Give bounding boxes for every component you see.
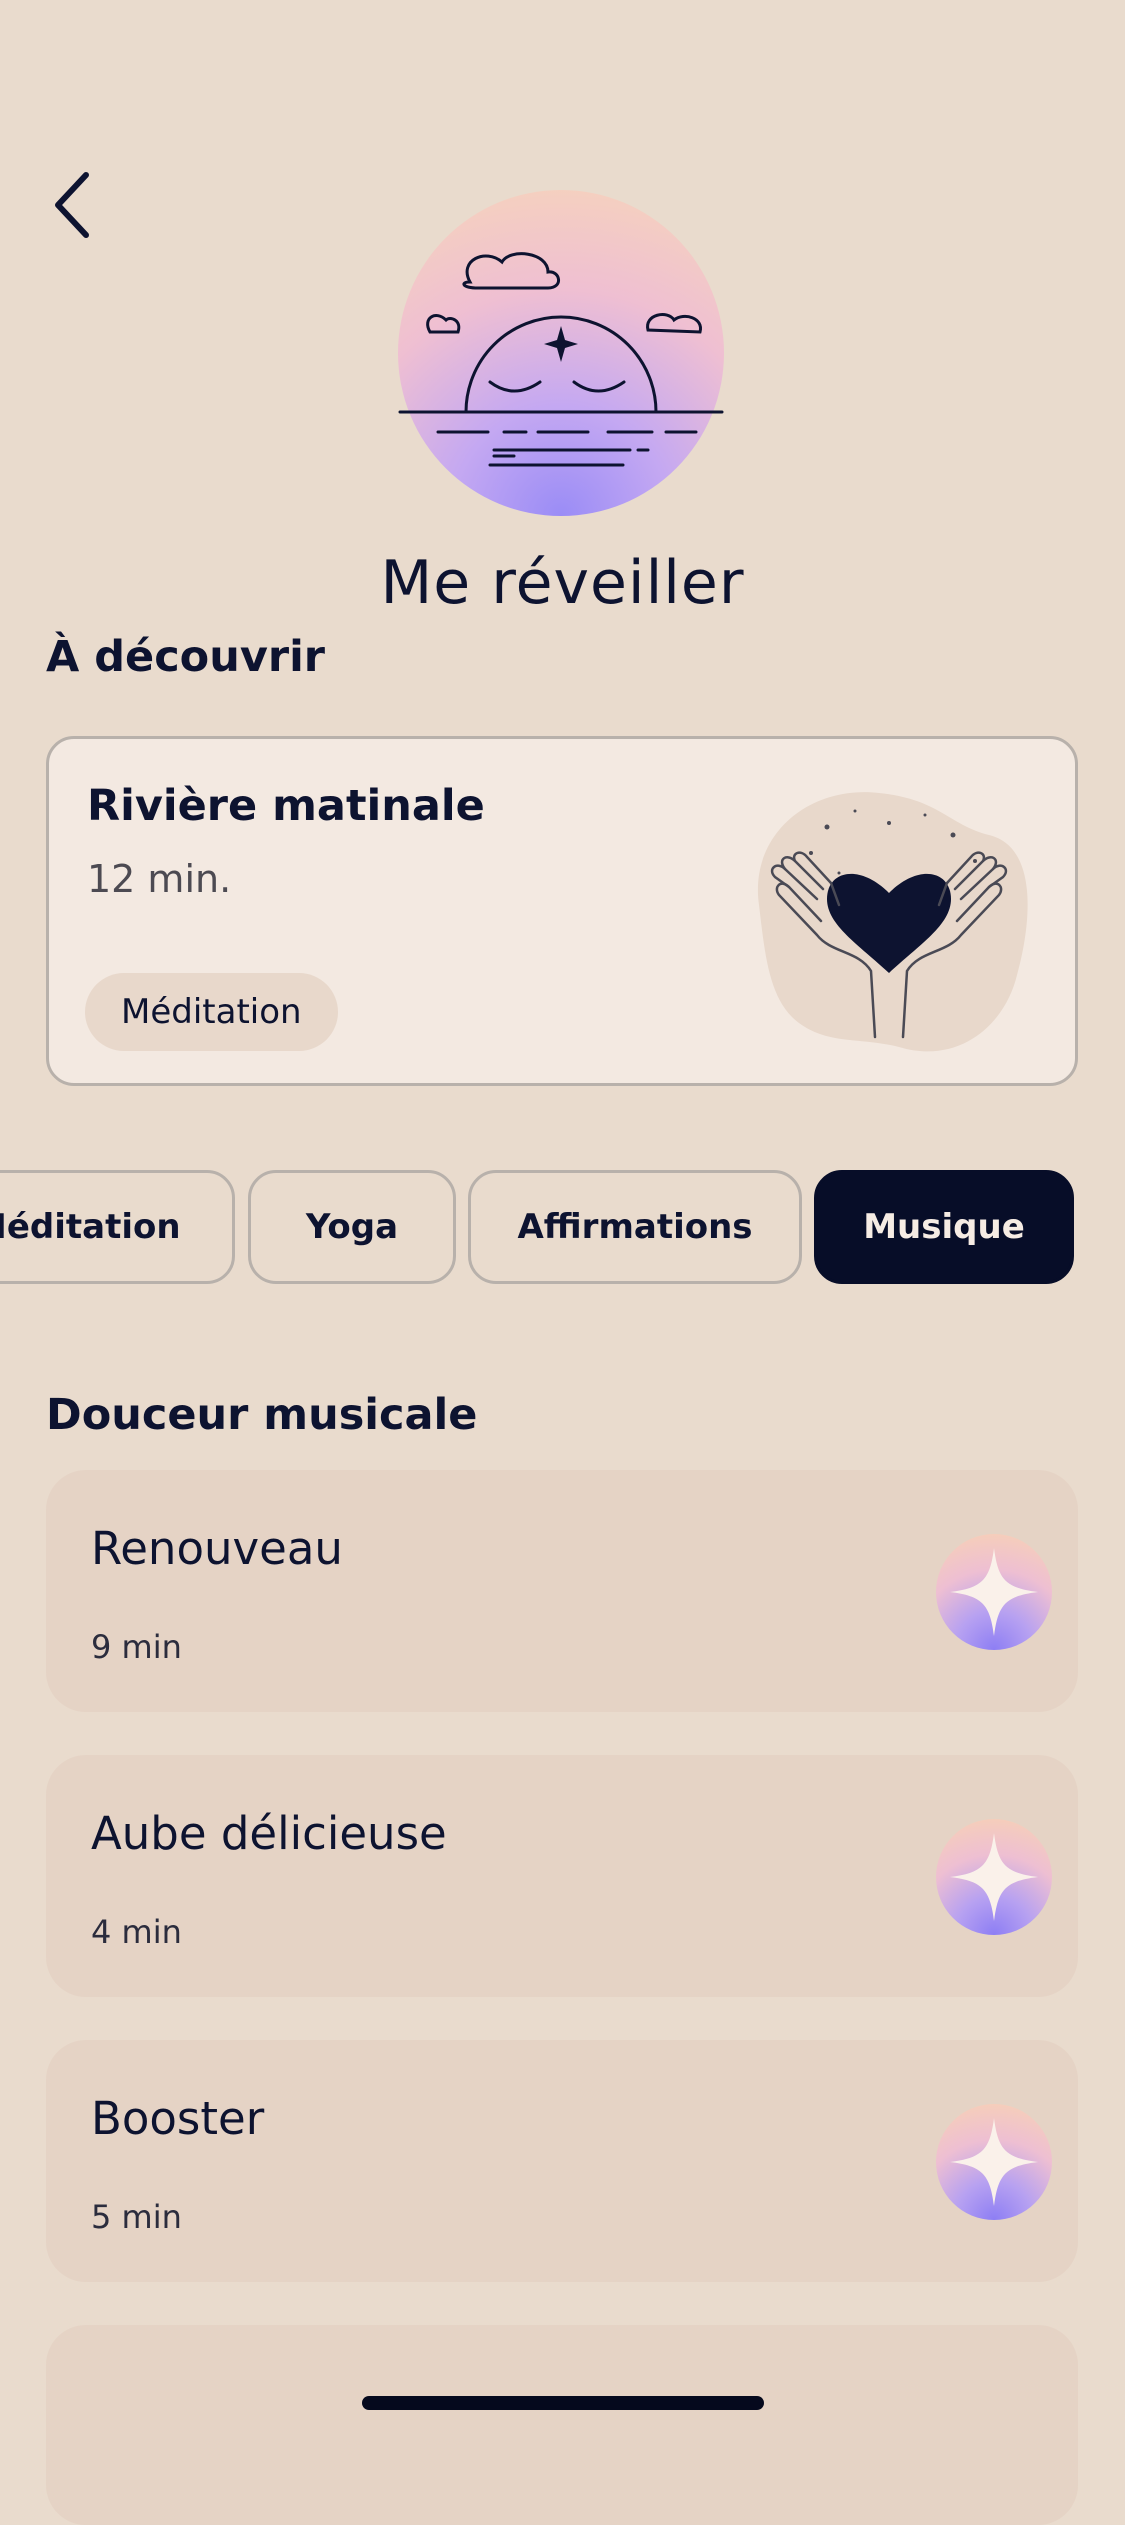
sparkle-icon xyxy=(936,1534,1052,1650)
hands-heart-illustration xyxy=(739,775,1039,1065)
section-heading: Douceur musicale xyxy=(46,1390,478,1440)
home-indicator[interactable] xyxy=(362,2396,764,2410)
track-duration: 4 min xyxy=(91,1913,182,1951)
hero-illustration xyxy=(398,190,724,516)
tab-affirmations[interactable]: Affirmations xyxy=(468,1170,802,1284)
track-title: Booster xyxy=(91,2092,265,2145)
track-card[interactable] xyxy=(46,2325,1078,2525)
track-title: Aube délicieuse xyxy=(91,1807,447,1860)
featured-tag: Méditation xyxy=(85,973,338,1051)
track-title: Renouveau xyxy=(91,1522,343,1575)
back-button[interactable] xyxy=(40,165,110,245)
featured-duration: 12 min. xyxy=(87,857,232,901)
chevron-left-icon xyxy=(55,172,89,238)
track-card[interactable]: Renouveau 9 min xyxy=(46,1470,1078,1712)
track-duration: 5 min xyxy=(91,2198,182,2236)
track-card[interactable]: Booster 5 min xyxy=(46,2040,1078,2282)
track-card[interactable]: Aube délicieuse 4 min xyxy=(46,1755,1078,1997)
sparkle-icon xyxy=(936,2104,1052,2220)
sunrise-icon xyxy=(398,252,724,467)
featured-title: Rivière matinale xyxy=(87,781,485,831)
discover-heading: À découvrir xyxy=(46,632,326,682)
sparkle-icon xyxy=(936,1819,1052,1935)
tab-musique[interactable]: Musique xyxy=(814,1170,1074,1284)
page-title: Me réveiller xyxy=(380,548,745,618)
tab-yoga[interactable]: Yoga xyxy=(248,1170,456,1284)
tab-meditation[interactable]: Méditation xyxy=(0,1170,235,1284)
track-duration: 9 min xyxy=(91,1628,182,1666)
featured-card[interactable]: Rivière matinale 12 min. Méditation xyxy=(46,736,1078,1086)
